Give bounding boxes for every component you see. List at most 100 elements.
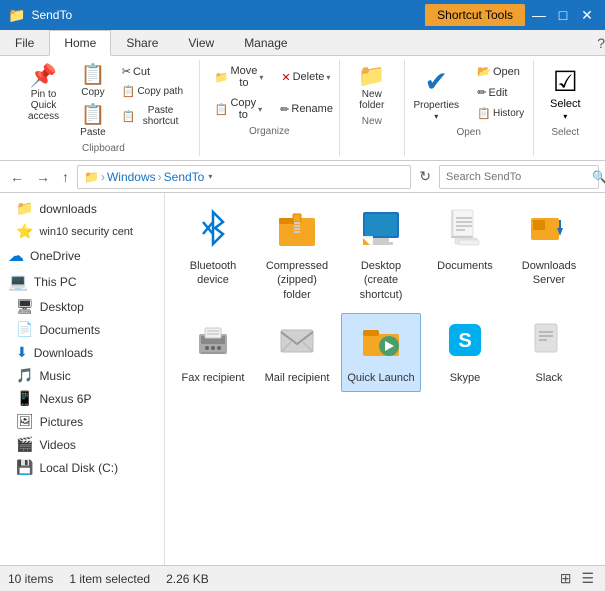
search-icon: 🔍 [592,170,605,184]
sidebar-label-win10: win10 security cent [39,226,133,238]
paste-label: Paste [80,127,106,138]
copy-to-label: Copy to [230,97,256,121]
downloads-server-icon [529,208,569,255]
properties-button[interactable]: ✔ Properties ▾ [406,62,466,125]
sidebar-item-downloads2[interactable]: ⬇ Downloads [0,341,164,364]
phone-icon: 📱 [16,390,33,407]
minimize-button[interactable]: — [529,5,549,25]
address-bar: ← → ↑ 📁 › Windows › SendTo ▾ ↻ 🔍 [0,161,605,193]
maximize-button[interactable]: □ [553,5,573,25]
open-label: Open [493,66,520,78]
file-size: 2.26 KB [166,572,209,586]
tab-file[interactable]: File [0,30,49,55]
sidebar-label-documents: Documents [39,323,100,337]
help-button[interactable]: ? [597,30,605,55]
sidebar-item-music[interactable]: 🎵 Music [0,364,164,387]
desktop-label: Desktop (create shortcut) [346,259,416,302]
sidebar-item-thispc[interactable]: 💻 This PC [0,269,164,295]
file-item-slack[interactable]: Slack [509,313,589,392]
bluetooth-icon [193,208,233,255]
sidebar-item-desktop[interactable]: 🖥 Desktop [0,295,164,318]
rename-label: Rename [291,103,333,115]
star-icon: ⭐ [16,223,33,240]
breadcrumb-icon: 📁 [84,170,99,184]
app-title: SendTo [31,8,425,22]
delete-button[interactable]: ✕ Delete ▾ [274,62,337,92]
breadcrumb-arrow[interactable]: ▾ [208,172,212,181]
zip-label: Compressed (zipped) folder [262,259,332,302]
copy-button[interactable]: 📋 Copy [73,62,113,101]
paste-button[interactable]: 📋 Paste [73,102,113,141]
tab-manage[interactable]: Manage [229,30,302,55]
sidebar-item-nexus6p[interactable]: 📱 Nexus 6P [0,387,164,410]
quick-launch-icon [361,320,401,367]
breadcrumb-windows[interactable]: Windows [107,170,156,184]
doc-icon: 📄 [16,321,33,338]
tab-share[interactable]: Share [111,30,173,55]
details-view-button[interactable]: ☰ [578,569,597,588]
item-count: 10 items [8,572,53,586]
sidebar-item-onedrive[interactable]: ☁ OneDrive [0,243,164,269]
window-controls: — □ ✕ [529,5,597,25]
sidebar-label-videos: Videos [39,438,75,452]
sidebar-label-downloads: downloads [39,202,96,216]
rename-button[interactable]: ✏ Rename [273,94,340,124]
paste-shortcut-button[interactable]: 📋 Paste shortcut [115,102,191,130]
back-button[interactable]: ← [6,167,28,187]
copy-path-button[interactable]: 📋 Copy path [115,82,191,101]
file-item-dlserver[interactable]: Downloads Server [509,201,589,309]
open-button[interactable]: 📂 Open [470,62,531,81]
file-item-fax[interactable]: Fax recipient [173,313,253,392]
up-button[interactable]: ↑ [58,167,73,187]
move-icon: 📁 [215,71,229,84]
sidebar-item-videos[interactable]: 🎬 Videos [0,433,164,456]
tab-home[interactable]: Home [49,30,111,56]
cut-button[interactable]: ✂ Cut [115,62,191,81]
new-folder-button[interactable]: 📁 Newfolder [351,62,392,114]
paste-shortcut-label: Paste shortcut [137,105,183,127]
tab-view[interactable]: View [173,30,229,55]
fax-label: Fax recipient [182,371,245,385]
properties-icon: ✔ [425,65,448,98]
edit-button[interactable]: ✏ Edit [470,83,531,102]
refresh-button[interactable]: ↻ [415,166,435,187]
disk-icon: 💾 [16,459,33,476]
file-item-bluetooth[interactable]: Bluetooth device [173,201,253,309]
sidebar-label-nexus6p: Nexus 6P [39,392,91,406]
copy-to-button[interactable]: 📋 Copy to ▾ [208,94,269,124]
close-button[interactable]: ✕ [577,5,597,25]
desktop-icon: 🖥 [16,298,34,315]
quicklaunch-label: Quick Launch [347,371,414,385]
sidebar-item-localdisk[interactable]: 💾 Local Disk (C:) [0,456,164,479]
rename-icon: ✏ [280,103,289,116]
search-input[interactable] [446,171,588,183]
forward-button[interactable]: → [32,167,54,187]
select-button[interactable]: ☑ Select ▾ [541,62,590,125]
status-bar: 10 items 1 item selected 2.26 KB ⊞ ☰ [0,565,605,591]
sidebar-item-documents[interactable]: 📄 Documents [0,318,164,341]
skype-label: Skype [450,371,481,385]
sidebar-item-pictures[interactable]: 🖼 Pictures [0,410,164,433]
sidebar-item-win10security[interactable]: ⭐ win10 security cent [0,220,164,243]
sidebar-item-downloads[interactable]: 📁 downloads [0,197,164,220]
file-item-mail[interactable]: Mail recipient [257,313,337,392]
move-to-button[interactable]: 📁 Move to ▾ [208,62,271,92]
file-item-documents[interactable]: Documents [425,201,505,309]
edit-icon: ✏ [477,86,486,99]
file-item-desktop[interactable]: Desktop (create shortcut) [341,201,421,309]
bluetooth-label: Bluetooth device [178,259,248,288]
group-open: ✔ Properties ▾ 📂 Open ✏ Edit 📋 History O… [405,60,534,156]
pin-to-quick-access-button[interactable]: 📌 Pin to Quickaccess [16,62,71,125]
history-button[interactable]: 📋 History [470,104,531,123]
file-item-zip[interactable]: Compressed (zipped) folder [257,201,337,309]
file-item-skype[interactable]: S Skype [425,313,505,392]
group-clipboard: 📌 Pin to Quickaccess 📋 Copy 📋 Paste ✂ Cu… [8,60,200,156]
copy-path-icon: 📋 [122,85,136,98]
large-icons-view-button[interactable]: ⊞ [557,569,575,588]
open-buttons: ✔ Properties ▾ 📂 Open ✏ Edit 📋 History [406,62,531,125]
file-item-quicklaunch[interactable]: Quick Launch [341,313,421,392]
documents-label: Documents [437,259,493,273]
breadcrumb-sendto[interactable]: SendTo [164,170,205,184]
breadcrumb-bar[interactable]: 📁 › Windows › SendTo ▾ [77,165,411,189]
new-folder-label: Newfolder [359,89,384,111]
